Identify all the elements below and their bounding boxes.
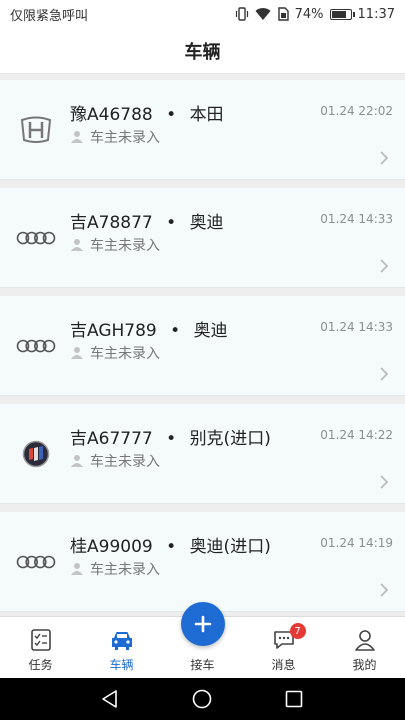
chevron-right-icon — [380, 475, 389, 489]
receive-car-button[interactable] — [181, 602, 225, 646]
status-icons: 74% 11:37 — [235, 7, 395, 22]
person-icon — [71, 347, 83, 359]
vehicle-card[interactable]: 豫A46788 • 本田 01.24 22:02 车主未录入 — [0, 80, 405, 180]
plate-number: 桂A99009 — [70, 537, 153, 557]
unread-badge: 7 — [289, 623, 306, 639]
plate-number: 吉A78877 — [70, 213, 153, 233]
owner-info: 车主未录入 — [70, 451, 160, 471]
owner-text: 车主未录入 — [90, 130, 160, 146]
audi-logo — [14, 542, 58, 582]
tab-profile[interactable]: 我的 — [324, 617, 405, 679]
vehicle-title: 吉AGH789 • 奥迪 — [70, 316, 228, 341]
car-icon — [109, 627, 135, 653]
vehicle-title: 吉A78877 • 奥迪 — [70, 208, 224, 233]
honda-logo — [14, 110, 58, 150]
home-icon[interactable] — [192, 689, 212, 709]
timestamp: 01.24 14:22 — [320, 428, 393, 442]
tab-label: 任务 — [28, 658, 53, 672]
tab-vehicles[interactable]: 车辆 — [81, 617, 162, 679]
battery-icon — [329, 8, 355, 20]
battery-percent: 74% — [294, 6, 324, 22]
timestamp: 01.24 14:19 — [320, 536, 393, 550]
chevron-right-icon — [380, 367, 389, 381]
owner-info: 车主未录入 — [70, 343, 160, 363]
recents-icon[interactable] — [284, 689, 304, 709]
owner-info: 车主未录入 — [70, 127, 160, 147]
separator-dot: • — [166, 537, 177, 557]
tab-label: 车辆 — [109, 658, 134, 672]
system-nav-bar — [0, 678, 405, 720]
profile-icon — [354, 627, 376, 653]
back-icon[interactable] — [100, 689, 120, 709]
person-icon — [71, 239, 83, 251]
clock: 11:37 — [357, 6, 395, 22]
plate-number: 吉A67777 — [70, 429, 153, 449]
vehicle-card[interactable]: 吉A78877 • 奥迪 01.24 14:33 车主未录入 — [0, 188, 405, 288]
wifi-icon — [255, 8, 271, 20]
owner-info: 车主未录入 — [70, 559, 160, 579]
separator-dot: • — [166, 213, 177, 233]
message-icon: 7 — [272, 623, 306, 653]
separator-dot: • — [166, 429, 177, 449]
owner-text: 车主未录入 — [90, 238, 160, 254]
vehicle-card[interactable]: 桂A99009 • 奥迪(进口) 01.24 14:19 车主未录入 — [0, 512, 405, 612]
plate-number: 豫A46788 — [70, 105, 153, 125]
separator-dot: • — [166, 105, 177, 125]
owner-text: 车主未录入 — [90, 346, 160, 362]
timestamp: 01.24 22:02 — [320, 104, 393, 118]
vehicle-card[interactable]: 吉A67777 • 别克(进口) 01.24 14:22 车主未录入 — [0, 404, 405, 504]
vehicle-list[interactable]: 豫A46788 • 本田 01.24 22:02 车主未录入 吉A78877 •… — [0, 74, 405, 616]
audi-logo — [14, 218, 58, 258]
buick-logo — [14, 434, 58, 474]
tab-messages[interactable]: 7 消息 — [243, 617, 324, 679]
plus-icon — [194, 615, 212, 633]
receive-car-label[interactable]: 接车 — [162, 656, 243, 673]
owner-info: 车主未录入 — [70, 235, 160, 255]
owner-text: 车主未录入 — [90, 562, 160, 578]
owner-text: 车主未录入 — [90, 454, 160, 470]
brand-name: 奥迪 — [193, 321, 228, 341]
plate-number: 吉AGH789 — [70, 321, 157, 341]
task-list-icon — [30, 627, 52, 653]
separator-dot: • — [170, 321, 181, 341]
timestamp: 01.24 14:33 — [320, 212, 393, 226]
page-title: 车辆 — [184, 41, 221, 63]
brand-name: 本田 — [189, 105, 224, 125]
carrier-text: 仅限紧急呼叫 — [10, 8, 89, 24]
sim-icon — [277, 7, 289, 21]
tab-label: 消息 — [271, 658, 296, 672]
vibrate-icon — [235, 7, 248, 21]
tab-label: 我的 — [352, 658, 377, 672]
person-icon — [71, 131, 83, 143]
vehicle-title: 桂A99009 • 奥迪(进口) — [70, 532, 271, 557]
chevron-right-icon — [380, 259, 389, 273]
person-icon — [71, 563, 83, 575]
brand-name: 奥迪 — [189, 213, 224, 233]
vehicle-title: 豫A46788 • 本田 — [70, 100, 224, 125]
status-bar: 仅限紧急呼叫 74% 11:37 — [0, 0, 405, 28]
person-icon — [71, 455, 83, 467]
audi-logo — [14, 326, 58, 366]
brand-name: 奥迪(进口) — [189, 537, 271, 557]
vehicle-title: 吉A67777 • 别克(进口) — [70, 424, 271, 449]
header: 车辆 — [0, 28, 405, 74]
brand-name: 别克(进口) — [189, 429, 271, 449]
tab-tasks[interactable]: 任务 — [0, 617, 81, 679]
vehicle-card[interactable]: 吉AGH789 • 奥迪 01.24 14:33 车主未录入 — [0, 296, 405, 396]
timestamp: 01.24 14:33 — [320, 320, 393, 334]
chevron-right-icon — [380, 151, 389, 165]
chevron-right-icon — [380, 583, 389, 597]
